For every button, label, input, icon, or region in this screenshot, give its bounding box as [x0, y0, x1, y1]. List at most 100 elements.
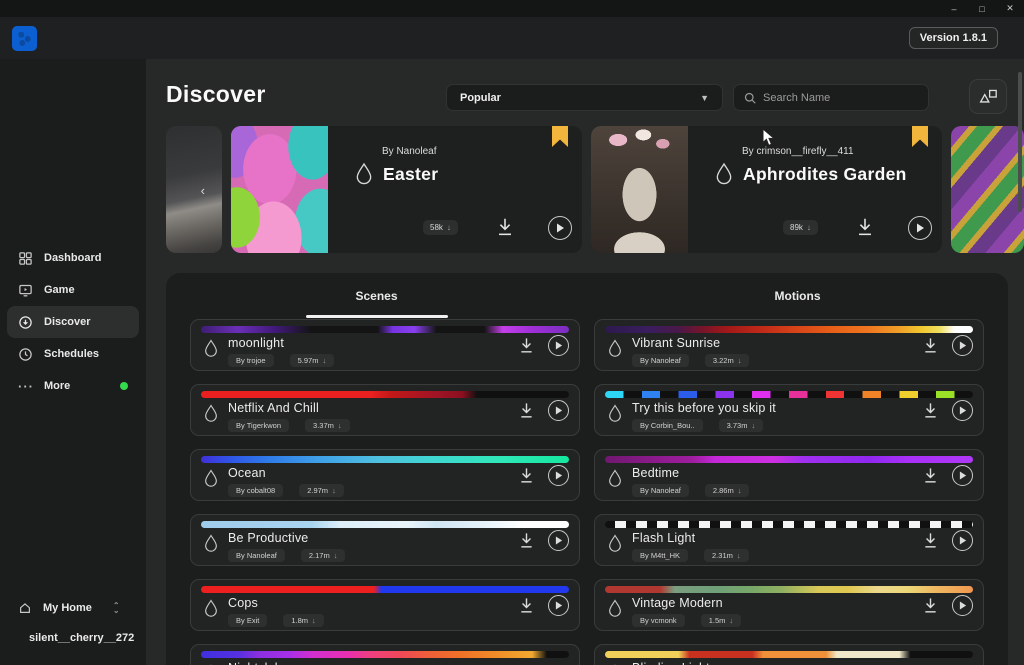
scene-card[interactable]: Bedtime By Nanoleaf 2.86m↓ [594, 449, 984, 501]
play-button[interactable] [548, 400, 569, 421]
home-selector[interactable]: My Home ⌃⌄ [0, 593, 146, 623]
download-icon[interactable] [517, 336, 536, 355]
play-button[interactable] [952, 465, 973, 486]
tab-motions[interactable]: Motions [587, 273, 1008, 318]
sidebar-item-game[interactable]: Game [7, 274, 139, 306]
download-icon[interactable] [921, 466, 940, 485]
play-icon [959, 536, 967, 545]
download-icon[interactable] [494, 216, 516, 238]
scene-card[interactable]: Try this before you skip it By Corbin_Bo… [594, 384, 984, 436]
page-title: Discover [166, 81, 266, 108]
sidebar-item-schedules[interactable]: Schedules [7, 338, 139, 370]
play-icon [555, 471, 563, 480]
selector-icon: ⌃⌄ [113, 603, 120, 613]
search-box[interactable] [733, 84, 929, 111]
search-input[interactable] [763, 92, 918, 104]
play-icon [916, 223, 925, 233]
play-button[interactable] [952, 595, 973, 616]
scene-card[interactable]: Vibrant Sunrise By Nanoleaf 3.22m↓ [594, 319, 984, 371]
scene-card[interactable]: moonlight By trojoe 5.97m↓ [190, 319, 580, 371]
download-icon[interactable] [921, 531, 940, 550]
play-button[interactable] [548, 595, 569, 616]
scene-card[interactable]: Blinding Lights [594, 644, 984, 665]
chevron-down-icon: ▼ [700, 93, 709, 103]
tab-scenes[interactable]: Scenes [166, 273, 587, 318]
minimize-button[interactable]: – [940, 0, 968, 17]
scene-gradient-bar [605, 651, 973, 658]
schedules-icon [18, 347, 33, 362]
play-icon [555, 406, 563, 415]
download-icon[interactable] [517, 466, 536, 485]
play-button[interactable] [952, 400, 973, 421]
featured-card-previous[interactable]: ‹ [166, 126, 222, 253]
scrollbar[interactable] [1018, 72, 1022, 212]
download-icon[interactable] [921, 596, 940, 615]
sidebar-item-label: Game [44, 284, 75, 296]
version-badge[interactable]: Version 1.8.1 [909, 27, 998, 49]
droplet-icon [203, 339, 219, 358]
scene-author-badge: By Nanoleaf [632, 484, 689, 497]
chevron-left-icon[interactable]: ‹ [201, 183, 205, 198]
scene-gradient-bar [605, 521, 973, 528]
scene-card[interactable]: Flash Light By M4tt_HK 2.31m↓ [594, 514, 984, 566]
scene-author-badge: By Tigerkwon [228, 419, 289, 432]
sidebar-item-more[interactable]: ··· More [7, 370, 139, 402]
sidebar-item-discover[interactable]: Discover [7, 306, 139, 338]
downloads-badge: 89k↓ [783, 220, 818, 235]
play-button[interactable] [548, 530, 569, 551]
play-icon [959, 341, 967, 350]
scene-card[interactable]: Be Productive By Nanoleaf 2.17m↓ [190, 514, 580, 566]
bookmark-ribbon-icon[interactable] [552, 126, 568, 147]
app-header: Version 1.8.1 [0, 17, 1024, 59]
droplet-icon [607, 469, 623, 488]
more-icon: ··· [18, 379, 33, 394]
bookmark-ribbon-icon[interactable] [912, 126, 928, 147]
play-button[interactable] [952, 530, 973, 551]
username: silent__cherry__272 [29, 632, 134, 644]
download-icon[interactable] [517, 401, 536, 420]
play-icon [555, 341, 563, 350]
featured-carousel: ‹ By Nanoleaf Easter 58k↓ [166, 126, 1024, 253]
play-icon [556, 223, 565, 233]
scene-gradient-bar [201, 651, 569, 658]
download-icon[interactable] [921, 336, 940, 355]
scene-card[interactable]: Netflix And Chill By Tigerkwon 3.37m↓ [190, 384, 580, 436]
app-window: – □ ✕ Version 1.8.1 Dashboard Game Disco… [0, 0, 1024, 665]
scene-gradient-bar [201, 456, 569, 463]
title-bar: – □ ✕ [0, 0, 1024, 17]
featured-card-next[interactable] [951, 126, 1024, 253]
scene-author-badge: By cobalt08 [228, 484, 283, 497]
download-icon[interactable] [517, 531, 536, 550]
sidebar-item-dashboard[interactable]: Dashboard [7, 242, 139, 274]
download-icon[interactable] [854, 216, 876, 238]
device-filter-button[interactable] [969, 79, 1007, 114]
scene-card[interactable]: Nightclub [190, 644, 580, 665]
maximize-button[interactable]: □ [968, 0, 996, 17]
user-account[interactable]: silent__cherry__272 [0, 623, 146, 653]
scene-gradient-bar [605, 586, 973, 593]
sort-dropdown[interactable]: Popular ▼ [446, 84, 723, 111]
scene-card[interactable]: Vintage Modern By vcmonk 1.5m↓ [594, 579, 984, 631]
play-icon [555, 536, 563, 545]
play-button[interactable] [908, 216, 932, 240]
scene-title: moonlight [228, 336, 334, 350]
scene-gradient-bar [201, 521, 569, 528]
play-button[interactable] [548, 216, 572, 240]
featured-card[interactable]: By crimson__firefly__411 Aphrodites Gard… [591, 126, 942, 253]
featured-card[interactable]: By Nanoleaf Easter 58k↓ [231, 126, 582, 253]
scene-card[interactable]: Cops By Exit 1.8m↓ [190, 579, 580, 631]
download-icon[interactable] [517, 596, 536, 615]
play-button[interactable] [952, 335, 973, 356]
sort-value: Popular [460, 92, 501, 104]
scene-title: Ocean [228, 466, 344, 480]
nanoleaf-logo[interactable] [12, 26, 37, 51]
scene-downloads-badge: 1.8m↓ [283, 614, 323, 627]
droplet-icon [714, 162, 734, 186]
play-button[interactable] [548, 465, 569, 486]
scene-card[interactable]: Ocean By cobalt08 2.97m↓ [190, 449, 580, 501]
play-button[interactable] [548, 335, 569, 356]
close-button[interactable]: ✕ [996, 0, 1024, 17]
featured-title: Aphrodites Garden [743, 164, 907, 185]
download-icon[interactable] [921, 401, 940, 420]
discover-icon [18, 315, 33, 330]
